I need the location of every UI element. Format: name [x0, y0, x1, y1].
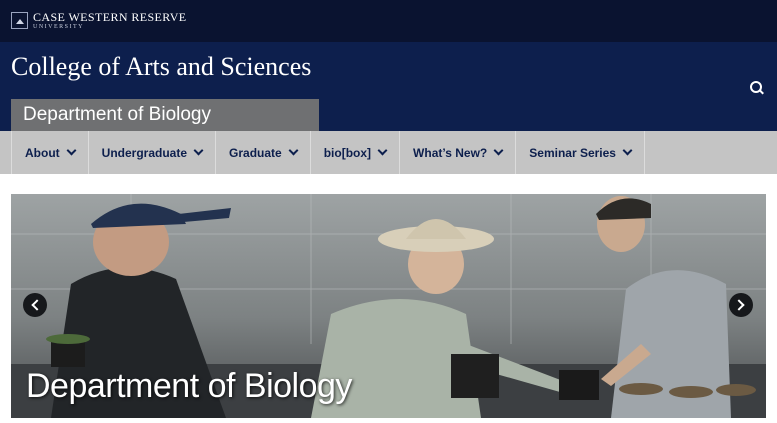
nav-item-label: About — [25, 145, 60, 160]
nav-item-whats-new[interactable]: What’s New? — [400, 131, 517, 174]
hero-carousel[interactable]: Department of Biology — [11, 194, 766, 418]
nav-item-label: What’s New? — [413, 145, 488, 160]
nav-item-label: bio[box] — [323, 145, 372, 160]
nav-list: About Undergraduate Graduate bio[box] Wh… — [11, 131, 645, 174]
chevron-down-icon — [622, 145, 633, 156]
nav-item-graduate[interactable]: Graduate — [216, 131, 311, 174]
chevron-down-icon — [493, 145, 504, 156]
hero-caption: Department of Biology — [26, 367, 352, 405]
site-header: College of Arts and Sciences Department … — [0, 42, 777, 131]
nav-item-undergraduate[interactable]: Undergraduate — [89, 131, 217, 174]
nav-item-label: Graduate — [229, 145, 282, 160]
college-title[interactable]: College of Arts and Sciences — [11, 51, 311, 83]
top-bar: CASE WESTERN RESERVE UNIVERSITY — [0, 0, 777, 42]
nav-item-biobox[interactable]: bio[box] — [311, 131, 401, 174]
search-icon-handle — [759, 89, 764, 95]
nav-item-seminar-series[interactable]: Seminar Series — [516, 131, 645, 174]
shield-icon — [11, 12, 28, 29]
logo-line1: CASE WESTERN RESERVE — [33, 10, 187, 24]
chevron-left-icon[interactable] — [23, 293, 47, 317]
chevron-down-icon — [288, 145, 299, 156]
chevron-down-icon — [377, 145, 388, 156]
chevron-down-icon — [193, 145, 204, 156]
chevron-down-icon — [66, 145, 77, 156]
nav-item-label: Seminar Series — [529, 145, 616, 160]
search-icon[interactable] — [749, 80, 765, 96]
main-nav: About Undergraduate Graduate bio[box] Wh… — [0, 131, 777, 174]
department-tab[interactable]: Department of Biology — [11, 99, 319, 131]
department-title: Department of Biology — [23, 104, 211, 125]
nav-item-about[interactable]: About — [12, 131, 89, 174]
nav-item-label: Undergraduate — [101, 145, 188, 160]
university-logo[interactable]: CASE WESTERN RESERVE UNIVERSITY — [11, 11, 187, 31]
logo-text: CASE WESTERN RESERVE UNIVERSITY — [33, 11, 187, 31]
chevron-right-icon[interactable] — [729, 293, 753, 317]
logo-line2: UNIVERSITY — [33, 24, 84, 30]
